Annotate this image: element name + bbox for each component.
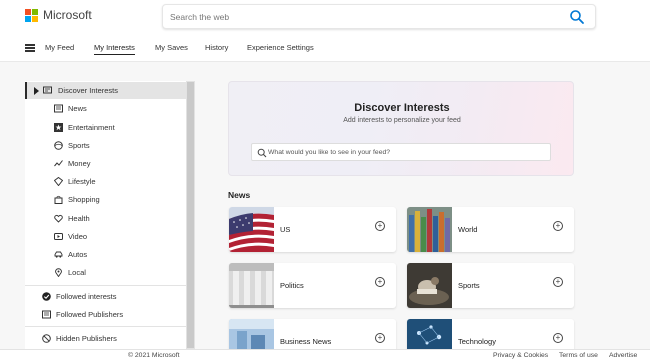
sidebar-divider: [25, 285, 186, 286]
top-nav: My Feed My Interests My Saves History Ex…: [0, 34, 650, 62]
discover-hero: Discover Interests Add interests to pers…: [228, 81, 574, 176]
sidebar-item-label: News: [68, 104, 87, 113]
autos-icon: [54, 250, 63, 259]
nav-history[interactable]: History: [205, 43, 228, 52]
publisher-icon: [42, 310, 51, 319]
page-footer: © 2021 Microsoft Privacy & Cookies Terms…: [0, 349, 650, 361]
card-label: World: [458, 225, 478, 234]
follow-plus-icon[interactable]: +: [375, 221, 385, 231]
sidebar-item-label: Hidden Publishers: [56, 334, 117, 343]
sidebar-item-discover-interests[interactable]: Discover Interests: [25, 82, 186, 99]
sidebar-item-label: Followed Publishers: [56, 310, 124, 319]
sidebar-item-video[interactable]: Video: [25, 228, 186, 245]
sidebar-item-hidden-publishers[interactable]: Hidden Publishers: [25, 330, 186, 347]
follow-plus-icon[interactable]: +: [375, 277, 385, 287]
checkmark-circle-icon: [42, 292, 51, 301]
money-icon: [54, 159, 63, 168]
sidebar-item-autos[interactable]: Autos: [25, 246, 186, 263]
sidebar-item-label: Lifestyle: [68, 177, 96, 186]
local-icon: [54, 268, 63, 277]
follow-plus-icon[interactable]: +: [553, 277, 563, 287]
menu-icon[interactable]: [25, 44, 35, 52]
card-label: Business News: [280, 337, 332, 346]
nav-my-feed[interactable]: My Feed: [45, 43, 74, 52]
interest-card-us[interactable]: US +: [229, 207, 396, 252]
video-icon: [54, 232, 63, 241]
politics-columns-image: [229, 263, 274, 308]
sidebar-item-sports[interactable]: Sports: [25, 137, 186, 154]
news-icon: [54, 104, 63, 113]
search-icon[interactable]: [569, 9, 585, 25]
hero-subtitle: Add interests to personalize your feed: [343, 117, 461, 124]
sidebar-item-label: Money: [68, 159, 91, 168]
sidebar-item-local[interactable]: Local: [25, 264, 186, 281]
sidebar-item-label: Video: [68, 232, 88, 241]
sidebar-item-label: Followed interests: [56, 292, 117, 301]
expand-arrow-icon[interactable]: [32, 86, 41, 95]
brand-name[interactable]: Microsoft: [43, 8, 92, 22]
shopping-icon: [54, 195, 63, 204]
sidebar-item-label: Autos: [68, 250, 88, 259]
sidebar-scrollbar-thumb[interactable]: [187, 82, 194, 348]
sidebar-item-followed-interests[interactable]: Followed interests: [25, 288, 186, 305]
interest-card-world[interactable]: World +: [407, 207, 574, 252]
sidebar-item-health[interactable]: Health: [25, 210, 186, 227]
sidebar-item-money[interactable]: Money: [25, 155, 186, 172]
discover-icon: [43, 86, 52, 95]
lifestyle-icon: [54, 177, 63, 186]
footer-advertise-link[interactable]: Advertise: [609, 352, 637, 359]
nav-my-interests[interactable]: My Interests: [94, 43, 135, 55]
star-icon: [54, 123, 63, 132]
interest-card-sports[interactable]: Sports +: [407, 263, 574, 308]
web-search-input[interactable]: [170, 10, 550, 24]
sidebar-divider: [25, 326, 186, 327]
top-header: Microsoft: [0, 0, 650, 34]
interest-search-box: [251, 143, 551, 161]
sidebar-item-label: Health: [68, 214, 90, 223]
blocked-icon: [42, 334, 51, 343]
us-flag-image: [229, 207, 274, 252]
follow-plus-icon[interactable]: +: [375, 333, 385, 343]
card-label: Sports: [458, 281, 480, 290]
microsoft-logo-icon[interactable]: [25, 9, 39, 23]
sidebar-item-label: Discover Interests: [58, 86, 119, 95]
web-search-box: [162, 4, 596, 29]
interest-card-politics[interactable]: Politics +: [229, 263, 396, 308]
follow-plus-icon[interactable]: +: [553, 333, 563, 343]
nav-my-saves[interactable]: My Saves: [155, 43, 188, 52]
sidebar-item-entertainment[interactable]: Entertainment: [25, 119, 186, 136]
footer-copyright: © 2021 Microsoft: [128, 352, 180, 359]
footer-privacy-link[interactable]: Privacy & Cookies: [493, 352, 548, 359]
sidebar-item-label: Sports: [68, 141, 90, 150]
sidebar-item-news[interactable]: News: [25, 100, 186, 117]
card-label: Politics: [280, 281, 304, 290]
interest-search-input[interactable]: [268, 146, 538, 158]
sidebar-item-label: Local: [68, 268, 86, 277]
card-label: Technology: [458, 337, 496, 346]
sports-image: [407, 263, 452, 308]
search-icon: [257, 148, 267, 158]
footer-terms-link[interactable]: Terms of use: [559, 352, 598, 359]
news-section-title: News: [228, 190, 251, 200]
nav-experience-settings[interactable]: Experience Settings: [247, 43, 314, 52]
interests-sidebar: Discover Interests News Entertainment Sp…: [25, 81, 195, 349]
sidebar-item-label: Shopping: [68, 195, 100, 204]
hero-title: Discover Interests: [354, 102, 450, 114]
sports-icon: [54, 141, 63, 150]
sidebar-item-followed-publishers[interactable]: Followed Publishers: [25, 306, 186, 323]
follow-plus-icon[interactable]: +: [553, 221, 563, 231]
sidebar-item-lifestyle[interactable]: Lifestyle: [25, 173, 186, 190]
health-icon: [54, 214, 63, 223]
sidebar-item-shopping[interactable]: Shopping: [25, 191, 186, 208]
world-flags-image: [407, 207, 452, 252]
sidebar-item-label: Entertainment: [68, 123, 115, 132]
card-label: US: [280, 225, 291, 234]
